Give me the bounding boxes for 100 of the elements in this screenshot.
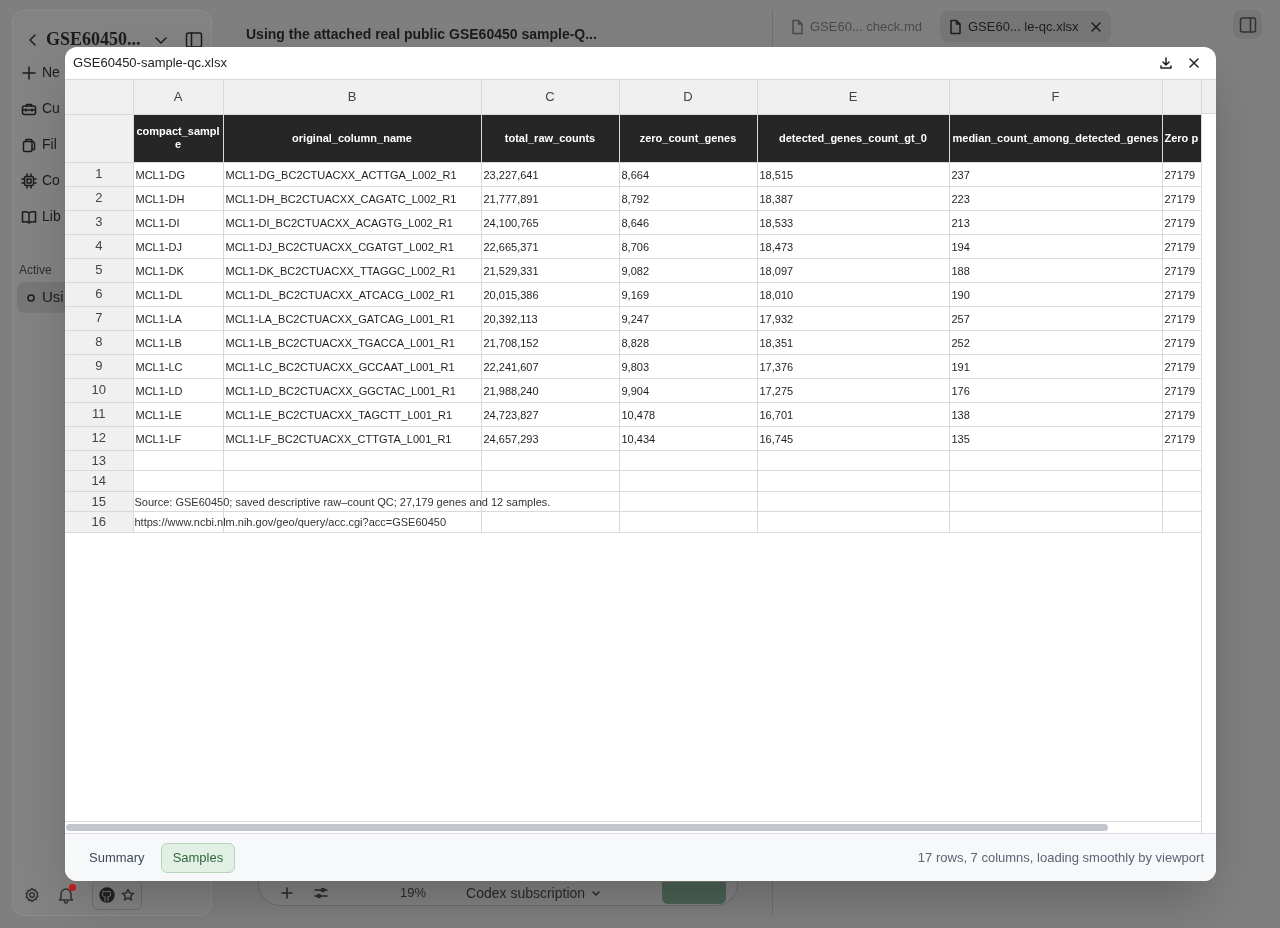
- table-cell: MCL1-LB_BC2CTUACXX_TGACCA_L001_R1: [223, 330, 481, 354]
- row-number: 2: [65, 186, 133, 210]
- table-cell: 18,515: [757, 162, 949, 186]
- column-header[interactable]: C: [481, 80, 619, 114]
- table-cell: 18,097: [757, 258, 949, 282]
- nav-item[interactable]: Ne: [42, 62, 60, 83]
- header-cell: detected_genes_count_gt_0: [757, 114, 949, 162]
- table-cell: MCL1-DJ_BC2CTUACXX_CGATGT_L002_R1: [223, 234, 481, 258]
- table-cell: 18,387: [757, 186, 949, 210]
- notifications-button[interactable]: [57, 886, 75, 904]
- table-cell: MCL1-DK: [133, 258, 223, 282]
- table-cell: MCL1-LB: [133, 330, 223, 354]
- note-text: https://www.ncbi.nlm.nih.gov/geo/query/acc.cgi?acc=GSE60450: [134, 515, 447, 530]
- table-cell: 18,533: [757, 210, 949, 234]
- table-cell: 223: [949, 186, 1162, 210]
- nav-item[interactable]: Cu: [42, 98, 60, 119]
- sliders-icon[interactable]: [314, 886, 328, 900]
- table-cell: 252: [949, 330, 1162, 354]
- table-cell: 20,015,386: [481, 282, 619, 306]
- settings-icon[interactable]: [24, 887, 40, 903]
- row-number: 8: [65, 330, 133, 354]
- download-icon[interactable]: [1159, 56, 1173, 70]
- table-cell: MCL1-LD_BC2CTUACXX_GGCTAC_L001_R1: [223, 378, 481, 402]
- table-cell: MCL1-LA_BC2CTUACXX_GATCAG_L001_R1: [223, 306, 481, 330]
- table-cell: MCL1-DI_BC2CTUACXX_ACAGTG_L002_R1: [223, 210, 481, 234]
- table-cell: 23,227,641: [481, 162, 619, 186]
- row-number: 14: [65, 470, 133, 491]
- table-cell: 9,169: [619, 282, 757, 306]
- note-text: Source: GSE60450; saved descriptive raw–count QC; 27,179 genes and 12 samples.: [134, 494, 551, 510]
- circle-icon: [27, 293, 35, 302]
- row-number: 5: [65, 258, 133, 282]
- plus-icon[interactable]: [280, 886, 294, 900]
- header-cell: median_count_among_detected_genes: [949, 114, 1162, 162]
- header-cell: original_column_name: [223, 114, 481, 162]
- column-header[interactable]: F: [949, 80, 1162, 114]
- file-tab[interactable]: GSE60... le-qc.xlsx: [940, 11, 1111, 42]
- chip-icon: [21, 172, 37, 189]
- row-number: 7: [65, 306, 133, 330]
- row-number: 15: [65, 491, 133, 512]
- table-cell: 21,777,891: [481, 186, 619, 210]
- row-number: 13: [65, 450, 133, 471]
- table-cell: 20,392,113: [481, 306, 619, 330]
- table-cell: 21,988,240: [481, 378, 619, 402]
- table-cell: MCL1-DJ: [133, 234, 223, 258]
- table-cell: 176: [949, 378, 1162, 402]
- table-cell: 9,247: [619, 306, 757, 330]
- dialog-title: GSE60450-sample-qc.xlsx: [73, 54, 227, 73]
- table-cell: MCL1-DL: [133, 282, 223, 306]
- conversation-title: Using the attached real public GSE60450 sample-Q...: [246, 25, 597, 44]
- header-cell: Zero p: [1162, 114, 1201, 162]
- column-header[interactable]: B: [223, 80, 481, 114]
- context-percent: 19%: [400, 884, 427, 903]
- table-cell: 190: [949, 282, 1162, 306]
- sidebar-toggle-icon[interactable]: [184, 30, 203, 49]
- sheet-tab[interactable]: Samples: [160, 842, 236, 873]
- sidebar-toggle-icon: [1238, 15, 1257, 34]
- files-icon: [21, 136, 37, 153]
- table-cell: 191: [949, 354, 1162, 378]
- table-cell: 24,100,765: [481, 210, 619, 234]
- table-cell: 9,803: [619, 354, 757, 378]
- table-cell: 16,745: [757, 426, 949, 450]
- status-text: 17 rows, 7 columns, loading smoothly by viewport: [917, 848, 1204, 867]
- scrollbar-thumb[interactable]: [66, 824, 1108, 831]
- model-selector[interactable]: Codex subscription: [466, 882, 586, 904]
- nav-item[interactable]: Lib: [42, 206, 61, 227]
- row-number: 12: [65, 426, 133, 450]
- nav-item[interactable]: Co: [42, 170, 60, 191]
- table-cell: 8,646: [619, 210, 757, 234]
- table-cell: 22,241,607: [481, 354, 619, 378]
- table-cell: 8,664: [619, 162, 757, 186]
- table-cell: 17,275: [757, 378, 949, 402]
- column-header[interactable]: A: [133, 80, 223, 114]
- table-cell: 8,706: [619, 234, 757, 258]
- plus-icon: [21, 64, 37, 81]
- sheet-tab[interactable]: Summary: [77, 842, 157, 873]
- panel-toggle-button[interactable]: [1233, 10, 1262, 39]
- caret-icon[interactable]: [591, 888, 602, 898]
- table-cell: 16,701: [757, 402, 949, 426]
- bell-icon: [57, 886, 75, 904]
- header-cell: total_raw_counts: [481, 114, 619, 162]
- table-cell: 135: [949, 426, 1162, 450]
- column-header[interactable]: D: [619, 80, 757, 114]
- table-cell: MCL1-DH_BC2CTUACXX_CAGATC_L002_R1: [223, 186, 481, 210]
- row-number: 10: [65, 378, 133, 402]
- close-icon[interactable]: [1187, 56, 1201, 70]
- nav-item[interactable]: Fil: [42, 134, 57, 155]
- table-cell: MCL1-LD: [133, 378, 223, 402]
- table-cell: 8,828: [619, 330, 757, 354]
- table-cell: MCL1-LF_BC2CTUACXX_CTTGTA_L001_R1: [223, 426, 481, 450]
- table-cell: 21,529,331: [481, 258, 619, 282]
- column-header[interactable]: E: [757, 80, 949, 114]
- table-cell: 10,478: [619, 402, 757, 426]
- header-cell: compact_sample: [133, 114, 223, 162]
- table-cell: 18,473: [757, 234, 949, 258]
- table-cell: MCL1-LF: [133, 426, 223, 450]
- table-cell: 213: [949, 210, 1162, 234]
- row-number: 6: [65, 282, 133, 306]
- table-cell: 22,665,371: [481, 234, 619, 258]
- table-cell: 17,932: [757, 306, 949, 330]
- row-number: 11: [65, 402, 133, 426]
